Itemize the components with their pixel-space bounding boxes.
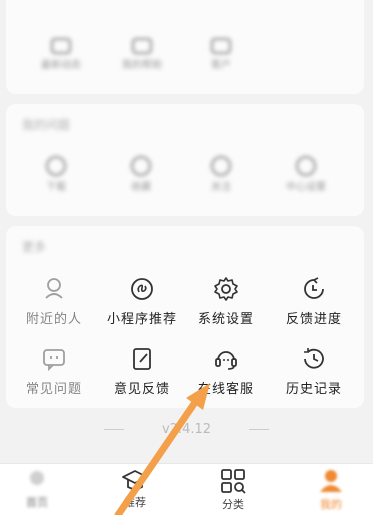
tab-label: 分类 bbox=[222, 498, 244, 511]
box-icon bbox=[211, 38, 231, 54]
divider bbox=[249, 429, 270, 430]
section-title: 我的问题 bbox=[22, 118, 71, 132]
help-item-3[interactable]: 关注 bbox=[196, 154, 246, 193]
mini-program-icon bbox=[131, 278, 153, 300]
tab-bar: 首页 推荐 分类 我的 bbox=[0, 463, 373, 516]
tab-category[interactable]: 分类 bbox=[198, 468, 268, 512]
home-icon bbox=[30, 471, 44, 485]
menu-system-settings[interactable]: 系统设置 bbox=[180, 276, 272, 327]
edit-note-icon bbox=[133, 348, 151, 370]
tab-home[interactable]: 首页 bbox=[2, 468, 72, 510]
version-row: v2.4.12 bbox=[0, 422, 373, 437]
top-card: 最新动态 我的帮助 客户 bbox=[6, 0, 364, 94]
top-item-1[interactable]: 最新动态 bbox=[36, 34, 86, 71]
help-item-4[interactable]: 中心设置 bbox=[276, 154, 336, 193]
headset-icon bbox=[215, 351, 237, 370]
help-card: 我的问题 下载 收藏 关注 中心设置 bbox=[6, 104, 364, 216]
chat-bubble-icon bbox=[43, 349, 65, 372]
menu-history[interactable]: 历史记录 bbox=[268, 346, 360, 397]
help-item-1[interactable]: 下载 bbox=[31, 154, 81, 193]
tab-label: 首页 bbox=[26, 496, 48, 509]
top-item-label: 客户 bbox=[211, 60, 231, 71]
help-item-2[interactable]: 收藏 bbox=[116, 154, 166, 193]
tab-label: 我的 bbox=[320, 498, 342, 511]
help-item-label: 中心设置 bbox=[286, 182, 326, 193]
section-title: 更多 bbox=[22, 240, 47, 254]
history-icon bbox=[304, 348, 324, 369]
top-item-label: 最新动态 bbox=[41, 60, 81, 71]
menu-label: 意见反馈 bbox=[113, 382, 170, 397]
menu-label: 附近的人 bbox=[25, 312, 82, 327]
top-item-label: 我的帮助 bbox=[122, 60, 162, 71]
top-item-2[interactable]: 我的帮助 bbox=[112, 34, 172, 71]
download-icon bbox=[46, 156, 66, 176]
user-icon bbox=[320, 470, 342, 492]
menu-faq[interactable]: 常见问题 bbox=[8, 346, 100, 397]
star-icon bbox=[131, 156, 151, 176]
help-item-label: 关注 bbox=[211, 182, 231, 193]
menu-feedback[interactable]: 意见反馈 bbox=[96, 346, 188, 397]
version-label: v2.4.12 bbox=[161, 422, 212, 437]
menu-label: 系统设置 bbox=[197, 312, 254, 327]
tab-mine[interactable]: 我的 bbox=[296, 468, 366, 512]
more-card: 更多 附近的人 小程序推荐 系统设置 反馈进度 常见问题 意见反馈 在线客服 历… bbox=[6, 226, 364, 408]
help-item-label: 收藏 bbox=[131, 182, 151, 193]
menu-label: 反馈进度 bbox=[285, 312, 342, 327]
menu-nearby-people[interactable]: 附近的人 bbox=[8, 276, 100, 327]
menu-label: 常见问题 bbox=[25, 382, 82, 397]
divider bbox=[103, 429, 124, 430]
top-item-3[interactable]: 客户 bbox=[196, 34, 246, 71]
heart-icon bbox=[211, 156, 231, 176]
box-icon bbox=[132, 38, 152, 54]
person-location-icon bbox=[45, 278, 63, 299]
menu-label: 历史记录 bbox=[285, 382, 342, 397]
box-icon bbox=[51, 38, 71, 54]
gear-icon bbox=[214, 277, 238, 301]
help-item-label: 下载 bbox=[46, 182, 66, 193]
menu-online-service[interactable]: 在线客服 bbox=[180, 346, 272, 397]
clock-refresh-icon bbox=[304, 277, 324, 299]
tab-recommend[interactable]: 推荐 bbox=[100, 468, 170, 510]
menu-label: 在线客服 bbox=[197, 382, 254, 397]
grid-search-icon bbox=[221, 469, 246, 494]
menu-label: 小程序推荐 bbox=[106, 312, 177, 327]
tab-label: 推荐 bbox=[124, 496, 146, 509]
menu-feedback-progress[interactable]: 反馈进度 bbox=[268, 276, 360, 327]
menu-mini-program[interactable]: 小程序推荐 bbox=[96, 276, 188, 327]
graduation-cap-icon bbox=[122, 470, 148, 490]
settings-icon bbox=[296, 156, 316, 176]
